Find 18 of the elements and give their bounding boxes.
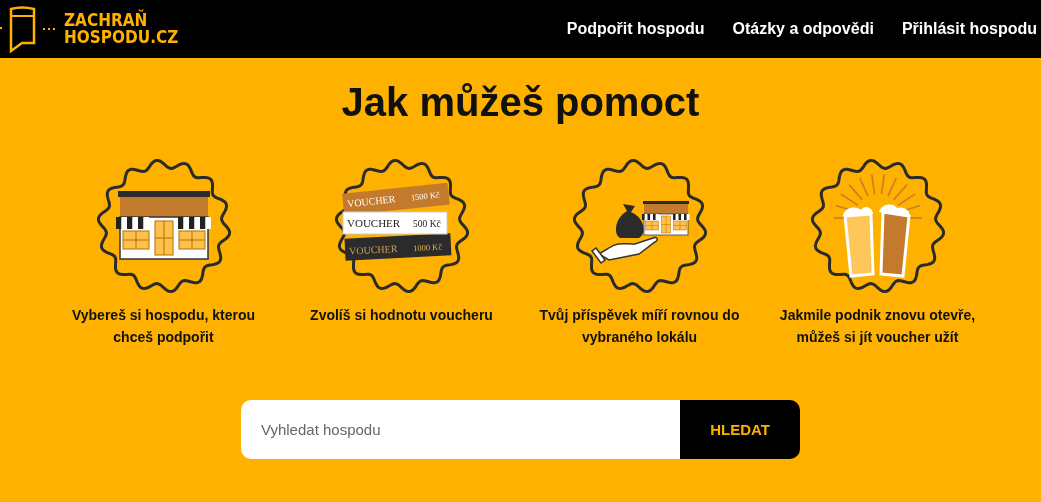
step-text: Zvolíš si hodnotu voucheru	[309, 306, 494, 325]
step-text: Vybereš si hospodu, kterou chceš podpořit	[70, 306, 257, 347]
nav-link[interactable]: Podpořit hospodu	[566, 20, 705, 38]
voucher-label: VOUCHER	[348, 243, 398, 257]
search-field[interactable]: Vyhledat hospodu	[241, 400, 680, 459]
voucher-label: VOUCHER	[346, 217, 400, 229]
logo-icon	[0, 5, 58, 53]
logo-text: HOSPODU.CZ	[64, 29, 179, 46]
section-title: Jak můžeš pomoct	[340, 80, 701, 124]
step-text: Jakmile podnik znovu otevře, můžeš si jít voucher užít	[778, 306, 977, 347]
search-button[interactable]: HLEDAT	[680, 400, 800, 459]
nav-link[interactable]: Otázky a odpovědi	[732, 20, 874, 38]
step-text: Tvůj příspěvek míří rovnou do vybraného lokálu	[538, 306, 741, 347]
voucher-price: 1000 Kč	[412, 241, 442, 254]
nav-link[interactable]: Přihlásit hospodu	[901, 20, 1037, 38]
voucher-price: 1500 Kč	[409, 189, 440, 203]
voucher-label: VOUCHER	[346, 193, 396, 210]
voucher-price: 500 Kč	[412, 219, 441, 229]
